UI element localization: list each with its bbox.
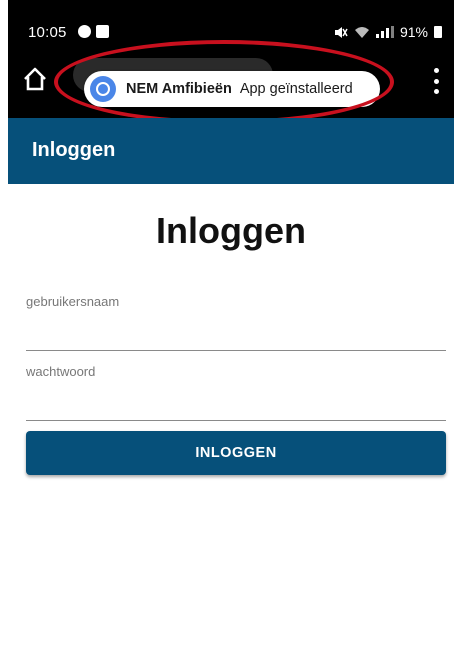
browser-toolbar: NEM Amfibieën App geïnstalleerd [8, 58, 454, 118]
signal-icon [375, 26, 394, 38]
password-input[interactable] [26, 390, 446, 421]
battery-icon [434, 26, 442, 38]
chrome-notification-icon [78, 25, 91, 38]
username-label: gebruikersnaam [26, 294, 120, 309]
home-icon[interactable] [22, 66, 48, 92]
install-toast: NEM Amfibieën App geïnstalleerd [84, 71, 380, 107]
toast-message: App geïnstalleerd [239, 81, 353, 97]
password-label: wachtwoord [26, 364, 96, 379]
wifi-icon [354, 26, 369, 38]
status-time: 10:05 [28, 24, 67, 41]
chrome-icon [90, 76, 116, 102]
header-title: Inloggen [32, 139, 116, 161]
system-status: 91% [334, 24, 442, 40]
username-input[interactable] [26, 320, 446, 351]
status-bar: 10:05 91% [8, 0, 454, 58]
overflow-menu-icon[interactable] [432, 68, 440, 94]
phone-screen: 10:05 91% NEM Amfibieën App geïnstalleer… [8, 0, 454, 671]
toast-app-name: NEM Amfibieën [126, 81, 232, 97]
page-title: Inloggen [156, 210, 306, 251]
login-button[interactable]: INLOGGEN [26, 431, 446, 475]
gallery-notification-icon [96, 25, 109, 38]
mute-icon [334, 26, 348, 38]
app-header: Inloggen [8, 118, 454, 184]
notification-icons [78, 25, 109, 38]
battery-percentage: 91% [399, 24, 428, 40]
login-form: Inloggen gebruikersnaam wachtwoord INLOG… [8, 184, 454, 671]
